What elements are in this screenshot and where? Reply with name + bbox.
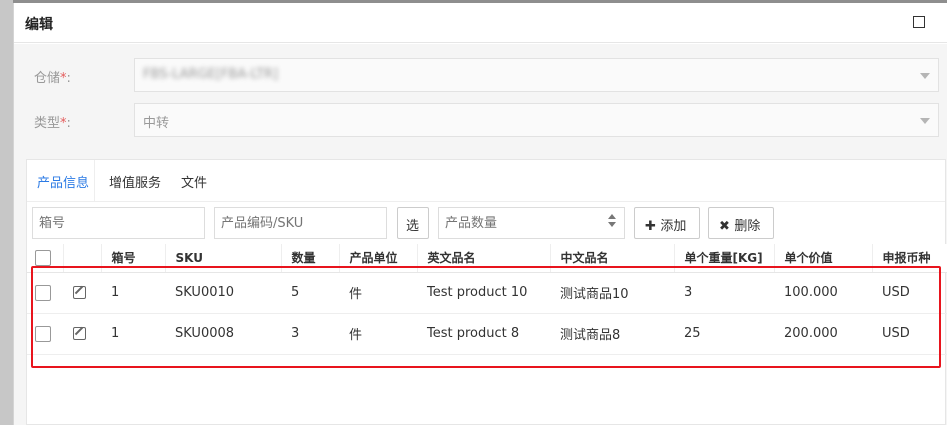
cell-sku: SKU0008 xyxy=(165,313,281,355)
cell-value: 200.000 xyxy=(774,313,872,355)
edit-dialog: 编辑 仓储*: FBS-LARGE[FBA-LTR] 类型*: 中转 产品信息 … xyxy=(13,3,947,425)
cell-cn-name: 测试商品10 xyxy=(550,272,674,314)
chevron-down-icon xyxy=(920,118,930,124)
col-header-value: 单个价值 xyxy=(774,244,873,273)
dialog-title: 编辑 xyxy=(25,17,53,33)
row-checkbox[interactable] xyxy=(35,284,51,301)
product-card: 产品信息 增值服务 文件 选 ✚ 添加 ✖ 删除 xyxy=(26,159,947,425)
chevron-up-icon[interactable] xyxy=(608,214,616,219)
tab-bar: 产品信息 增值服务 文件 xyxy=(27,160,945,202)
tab-value-added[interactable]: 增值服务 xyxy=(109,172,161,191)
edit-col-header xyxy=(63,244,102,273)
backdrop-side xyxy=(0,0,13,425)
cell-sku: SKU0010 xyxy=(165,272,281,314)
col-header-unit: 产品单位 xyxy=(339,244,418,273)
delete-button-label: 删除 xyxy=(734,219,761,234)
type-row: 类型*: 中转 xyxy=(14,103,947,139)
cell-box: 1 xyxy=(101,272,165,314)
stepper-arrows[interactable] xyxy=(608,214,618,227)
row-checkbox[interactable] xyxy=(35,325,51,342)
close-icon: ✖ xyxy=(719,219,735,234)
cell-qty: 5 xyxy=(281,272,339,314)
quantity-stepper[interactable] xyxy=(438,207,625,239)
maximize-icon[interactable] xyxy=(913,16,925,28)
edit-icon[interactable] xyxy=(73,286,86,299)
warehouse-value: FBS-LARGE[FBA-LTR] xyxy=(143,67,279,82)
select-button[interactable]: 选 xyxy=(397,207,429,239)
select-all-cell xyxy=(27,244,64,273)
cell-value: 100.000 xyxy=(774,272,872,314)
plus-icon: ✚ xyxy=(645,219,661,234)
warehouse-label: 仓储*: xyxy=(34,71,71,86)
col-header-weight: 单个重量[KG] xyxy=(674,244,775,273)
edit-cell xyxy=(63,313,101,355)
edit-icon[interactable] xyxy=(73,327,86,340)
col-header-en-name: 英文品名 xyxy=(417,244,551,273)
chevron-down-icon[interactable] xyxy=(608,222,616,227)
type-select[interactable]: 中转 xyxy=(134,103,939,137)
product-table: 箱号 SKU 数量 产品单位 英文品名 中文品名 单个重量[KG] 单个价值 申… xyxy=(27,244,947,355)
quantity-input[interactable] xyxy=(439,208,599,238)
cell-weight: 3 xyxy=(674,272,774,314)
edit-cell xyxy=(63,272,101,314)
col-header-sku: SKU xyxy=(165,244,282,273)
row-checkbox-cell xyxy=(27,272,63,314)
cell-unit: 件 xyxy=(339,313,417,355)
delete-button[interactable]: ✖ 删除 xyxy=(708,207,774,239)
cell-weight: 25 xyxy=(674,313,774,355)
type-value: 中转 xyxy=(143,116,170,131)
row-checkbox-cell xyxy=(27,313,63,355)
tab-product-info[interactable]: 产品信息 xyxy=(37,172,89,191)
cell-currency: USD xyxy=(872,313,947,355)
toolbar: 选 ✚ 添加 ✖ 删除 xyxy=(27,203,947,243)
cell-en-name: Test product 10 xyxy=(417,272,550,314)
cell-box: 1 xyxy=(101,313,165,355)
cell-en-name: Test product 8 xyxy=(417,313,550,355)
cell-currency: USD xyxy=(872,272,947,314)
table-row: 1 SKU0010 5 件 Test product 10 测试商品10 3 1… xyxy=(27,272,947,314)
table-row: 1 SKU0008 3 件 Test product 8 测试商品8 25 20… xyxy=(27,313,947,355)
box-no-input[interactable] xyxy=(32,207,205,239)
col-header-cn-name: 中文品名 xyxy=(550,244,675,273)
dialog-body: 仓储*: FBS-LARGE[FBA-LTR] 类型*: 中转 产品信息 增值服… xyxy=(14,44,947,425)
add-button-label: 添加 xyxy=(660,219,687,234)
warehouse-select[interactable]: FBS-LARGE[FBA-LTR] xyxy=(134,58,939,92)
col-header-qty: 数量 xyxy=(281,244,340,273)
cell-unit: 件 xyxy=(339,272,417,314)
sku-input[interactable] xyxy=(214,207,387,239)
chevron-down-icon xyxy=(920,73,930,79)
cell-qty: 3 xyxy=(281,313,339,355)
cell-cn-name: 测试商品8 xyxy=(550,313,674,355)
dialog-header: 编辑 xyxy=(14,3,947,43)
col-header-currency: 申报币种 xyxy=(872,244,947,273)
add-button[interactable]: ✚ 添加 xyxy=(634,207,700,239)
select-all-checkbox[interactable] xyxy=(35,249,51,266)
type-label: 类型*: xyxy=(34,116,71,131)
warehouse-row: 仓储*: FBS-LARGE[FBA-LTR] xyxy=(14,58,947,94)
table-header-row: 箱号 SKU 数量 产品单位 英文品名 中文品名 单个重量[KG] 单个价值 申… xyxy=(27,244,947,273)
col-header-box: 箱号 xyxy=(101,244,166,273)
tab-files[interactable]: 文件 xyxy=(181,172,207,191)
